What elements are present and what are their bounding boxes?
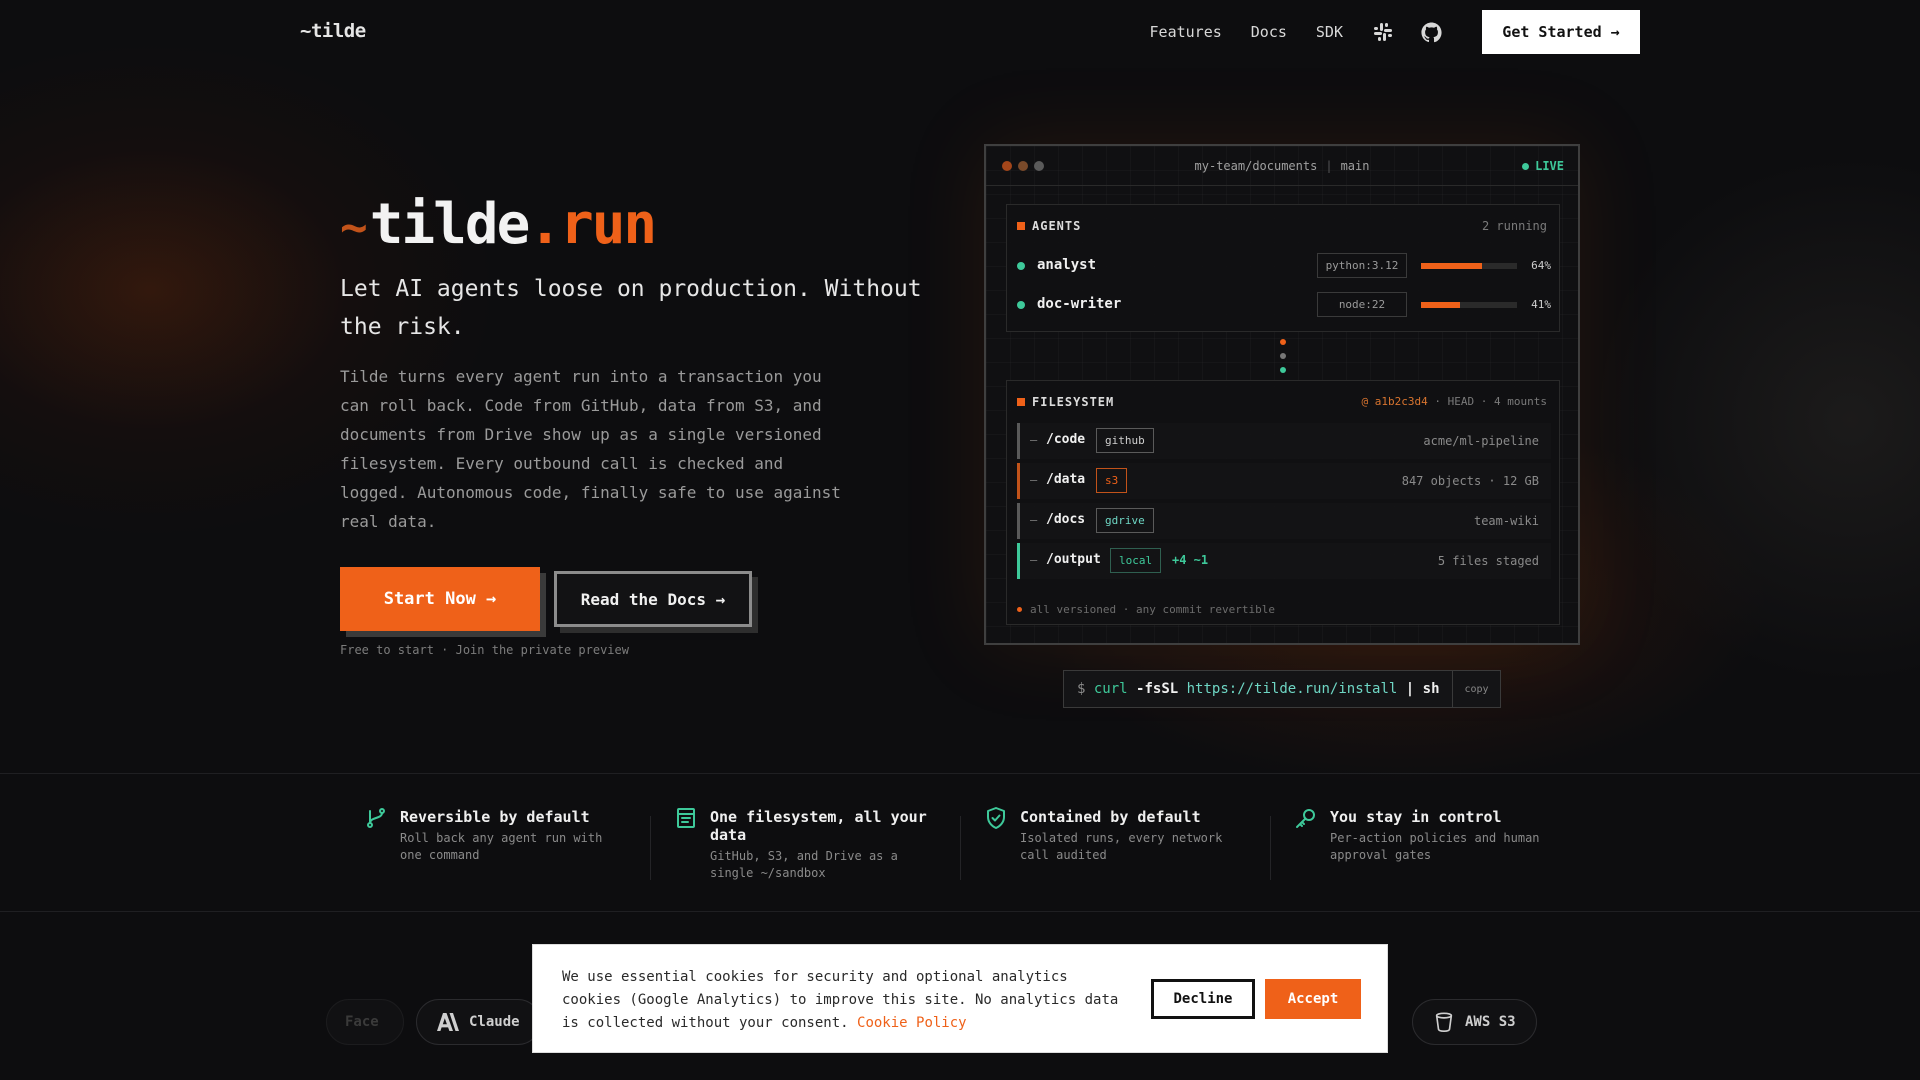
bucket-icon (1433, 1011, 1455, 1033)
feature-description: Per-action policies and human approval g… (1330, 831, 1540, 862)
install-command[interactable]: $ curl -fsSL https://tilde.run/install |… (1063, 670, 1501, 708)
repo-path: my-team/documents (1194, 159, 1318, 173)
agent-progress-pct: 64% (1531, 259, 1551, 272)
feature-control: You stay in control Per-action policies … (1294, 806, 1604, 886)
connector-dot (1280, 367, 1286, 373)
feature-reversible: Reversible by default Roll back any agen… (364, 806, 674, 886)
start-now-button[interactable]: Start Now → (340, 567, 540, 631)
hero-note: Free to start · Join the private preview (340, 643, 629, 657)
feature-description: Roll back any agent run with one command (400, 831, 603, 862)
features-strip: Reversible by default Roll back any agen… (0, 773, 1920, 912)
nav-link-features[interactable]: Features (1150, 23, 1222, 41)
mount-row[interactable]: — /code github acme/ml-pipeline (1017, 423, 1551, 459)
feature-description: GitHub, S3, and Drive as a single ~/sand… (710, 849, 898, 880)
mount-source-tag: gdrive (1096, 508, 1154, 533)
branch-name: main (1340, 159, 1370, 173)
agent-row[interactable]: doc-writer node:22 41% (1017, 291, 1551, 319)
agents-title: AGENTS (1017, 219, 1081, 233)
agent-name: analyst (1037, 257, 1097, 273)
nav-link-sdk[interactable]: SDK (1316, 23, 1343, 41)
anthropic-icon (437, 1013, 459, 1031)
logo-pill-aws: AWS S3 (1412, 999, 1537, 1045)
agent-runtime: python:3.12 (1317, 253, 1407, 278)
feature-title: Contained by default (1020, 808, 1201, 826)
connector-dot (1280, 339, 1286, 345)
site-logo[interactable]: ~tilde (300, 20, 366, 42)
feature-title: You stay in control (1330, 808, 1502, 826)
mount-path: /output (1046, 552, 1101, 567)
feature-description: Isolated runs, every network call audite… (1020, 831, 1223, 862)
feature-title: Reversible by default (400, 808, 590, 826)
nav-link-docs[interactable]: Docs (1251, 23, 1287, 41)
agents-count: 2 running (1481, 219, 1547, 233)
filesystem-title: FILESYSTEM (1017, 395, 1114, 409)
accept-button[interactable]: Accept (1265, 979, 1361, 1019)
hero-description: Tilde turns every agent run into a trans… (340, 367, 841, 531)
decline-button[interactable]: Decline (1151, 979, 1255, 1019)
nav-links: Features Docs SDK Get Started → (1150, 10, 1640, 54)
mount-path: /data (1046, 472, 1086, 487)
agents-box: AGENTS 2 running analyst python:3.12 64%… (1006, 204, 1560, 332)
filesystem-box: FILESYSTEM @ a1b2c3d4 · HEAD · 4 mounts … (1006, 380, 1560, 625)
agent-row[interactable]: analyst python:3.12 64% (1017, 252, 1551, 280)
agent-progress-bar (1421, 302, 1517, 308)
read-docs-button[interactable]: Read the Docs → (554, 571, 752, 627)
mount-info: acme/ml-pipeline (1423, 434, 1539, 448)
hero-brand: ~tilde.run (340, 192, 657, 257)
hero-tagline: Let AI agents loose on production. Witho… (340, 276, 922, 340)
filesystem-meta: @ a1b2c3d4 · HEAD · 4 mounts (1361, 395, 1547, 408)
shield-icon (987, 807, 1005, 829)
agent-runtime: node:22 (1317, 292, 1407, 317)
mount-path: /code (1046, 432, 1086, 447)
feature-contained: Contained by default Isolated runs, ever… (984, 806, 1294, 886)
slack-icon[interactable] (1372, 21, 1394, 43)
mount-info: 847 objects · 12 GB (1401, 474, 1539, 488)
feature-title: One filesystem, all your data (710, 808, 927, 844)
agent-progress-bar (1421, 263, 1517, 269)
brand-name: tilde (369, 192, 531, 257)
get-started-button[interactable]: Get Started → (1482, 10, 1640, 54)
mount-row[interactable]: — /data s3 847 objects · 12 GB (1017, 463, 1551, 499)
logo-pill-faded: Face (326, 999, 404, 1045)
cookie-banner: We use essential cookies for security an… (532, 944, 1388, 1053)
cookie-policy-link[interactable]: Cookie Policy (857, 1015, 967, 1031)
connector-dot (1280, 353, 1286, 359)
mount-source-tag: local (1110, 548, 1162, 573)
copy-button[interactable]: copy (1452, 671, 1500, 707)
cookie-message: We use essential cookies for security an… (562, 969, 1119, 1031)
workspace-panel: my-team/documents | main LIVE AGENTS 2 run… (984, 144, 1580, 645)
feature-filesystem: One filesystem, all your data GitHub, S3… (674, 806, 984, 886)
file-icon (677, 808, 695, 828)
mount-row[interactable]: — /output local +4 ~1 5 files staged (1017, 543, 1551, 579)
panel-titlebar: my-team/documents | main LIVE (986, 146, 1578, 186)
top-nav: ~tilde Features Docs SDK Get Started → (0, 0, 1920, 64)
mount-source-tag: github (1096, 428, 1154, 453)
mount-info: 5 files staged (1437, 554, 1539, 568)
filesystem-footer: all versioned · any commit revertible (1017, 603, 1275, 616)
mount-source-tag: s3 (1096, 468, 1128, 493)
brand-suffix: .run (528, 192, 657, 257)
mount-path: /docs (1046, 512, 1086, 527)
brand-tilde: ~ (340, 200, 368, 254)
agent-status-dot (1017, 301, 1025, 309)
install-command-text: $ curl -fsSL https://tilde.run/install |… (1077, 681, 1440, 697)
agent-name: doc-writer (1037, 296, 1122, 312)
key-icon (1296, 809, 1315, 828)
mount-info: team-wiki (1473, 514, 1539, 528)
logo-pill-claude: Claude (416, 999, 541, 1045)
agent-status-dot (1017, 262, 1025, 270)
panel-path: my-team/documents | main (1194, 159, 1370, 173)
branch-icon (367, 808, 385, 828)
github-icon[interactable] (1420, 21, 1442, 43)
agent-progress-pct: 41% (1531, 298, 1551, 311)
mount-row[interactable]: — /docs gdrive team-wiki (1017, 503, 1551, 539)
mount-diff-stat: +4 ~1 (1172, 553, 1209, 567)
live-badge: LIVE (1522, 159, 1564, 173)
